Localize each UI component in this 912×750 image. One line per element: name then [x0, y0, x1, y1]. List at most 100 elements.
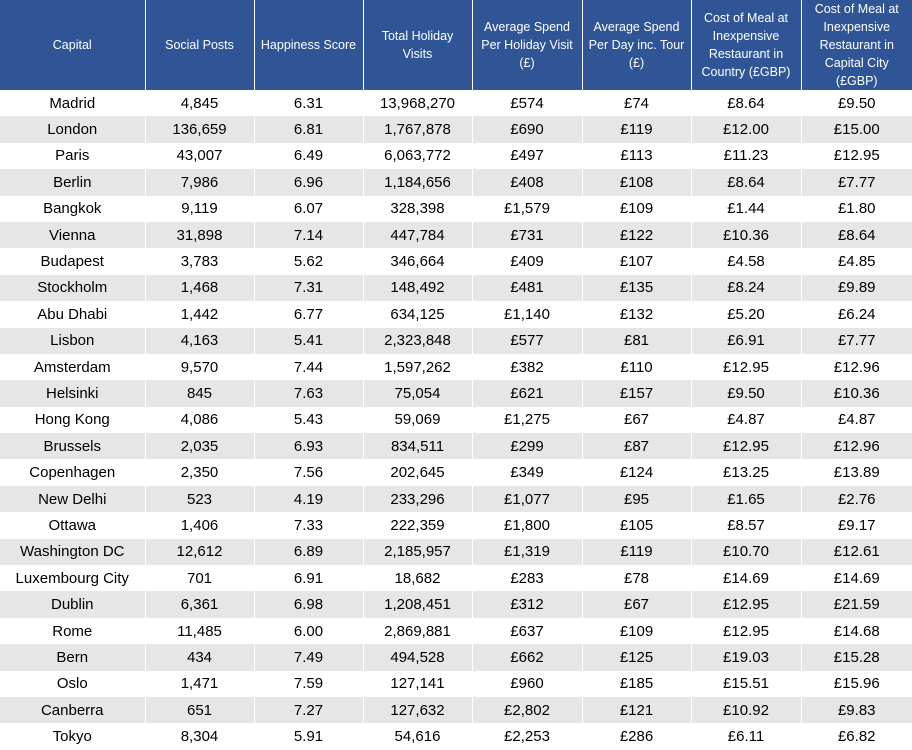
column-header-spend-per-day: Average Spend Per Day inc. Tour (£) [582, 0, 692, 90]
cell-spend-per-day: £74 [582, 90, 692, 117]
cell-meal-cost-capital: £1.80 [801, 195, 912, 222]
column-header-meal-cost-capital: Cost of Meal at Inexpensive Restaurant i… [801, 0, 912, 90]
cell-spend-per-visit: £408 [472, 169, 583, 196]
cell-capital: Abu Dhabi [0, 301, 146, 328]
cell-meal-cost-country: £12.95 [691, 617, 802, 645]
cell-meal-cost-capital: £6.24 [801, 301, 912, 328]
cell-happiness-score: 5.41 [254, 327, 364, 354]
table-row: Oslo 1,471 7.59 127,141 £960 £185 £15.51 £15.96 [0, 670, 912, 697]
cell-social-posts: 6,361 [145, 591, 255, 618]
cell-capital: New Delhi [0, 485, 146, 513]
cell-spend-per-day: £124 [582, 459, 692, 486]
cell-total-holiday-visits: 346,664 [363, 248, 473, 275]
cell-spend-per-day: £113 [582, 142, 692, 170]
cell-spend-per-day: £109 [582, 617, 692, 645]
cell-meal-cost-country: £4.87 [691, 406, 802, 434]
cell-meal-cost-capital: £6.82 [801, 723, 912, 750]
cell-total-holiday-visits: 59,069 [363, 406, 473, 434]
cell-spend-per-visit: £382 [472, 353, 583, 381]
cell-social-posts: 434 [145, 644, 255, 671]
cell-meal-cost-capital: £4.85 [801, 248, 912, 275]
table-row: Luxembourg City 701 6.91 18,682 £283 £78 £14.6… [0, 565, 912, 592]
cell-meal-cost-capital: £10.36 [801, 380, 912, 407]
table-body: Madrid 4,845 6.31 13,968,270 £574 £74 £8.64 £9.… [0, 90, 912, 750]
cell-happiness-score: 6.77 [254, 301, 364, 328]
cell-social-posts: 1,442 [145, 301, 255, 328]
cell-spend-per-visit: £283 [472, 565, 583, 592]
cell-meal-cost-country: £10.36 [691, 221, 802, 249]
cell-spend-per-day: £119 [582, 538, 692, 566]
cell-capital: Lisbon [0, 327, 146, 354]
cell-spend-per-visit: £2,802 [472, 696, 583, 724]
cell-meal-cost-country: £6.91 [691, 327, 802, 354]
cell-capital: Tokyo [0, 723, 146, 750]
cell-spend-per-visit: £1,800 [472, 512, 583, 539]
cell-meal-cost-country: £5.20 [691, 301, 802, 328]
cell-meal-cost-country: £12.95 [691, 353, 802, 381]
cell-capital: Canberra [0, 696, 146, 724]
cell-total-holiday-visits: 222,359 [363, 512, 473, 539]
cell-happiness-score: 7.56 [254, 459, 364, 486]
cell-happiness-score: 6.07 [254, 195, 364, 222]
cell-spend-per-day: £119 [582, 116, 692, 143]
cell-spend-per-day: £121 [582, 696, 692, 724]
cell-spend-per-visit: £690 [472, 116, 583, 143]
cell-spend-per-visit: £960 [472, 670, 583, 697]
cell-spend-per-day: £132 [582, 301, 692, 328]
cell-happiness-score: 7.14 [254, 221, 364, 249]
cell-social-posts: 31,898 [145, 221, 255, 249]
cell-meal-cost-country: £8.64 [691, 90, 802, 117]
table-row: Stockholm 1,468 7.31 148,492 £481 £135 £8.24 £9… [0, 274, 912, 302]
cell-meal-cost-capital: £2.76 [801, 485, 912, 513]
cell-capital: Dublin [0, 591, 146, 618]
cell-spend-per-day: £105 [582, 512, 692, 539]
cell-meal-cost-country: £11.23 [691, 142, 802, 170]
column-header-social-posts: Social Posts [145, 0, 255, 90]
cell-social-posts: 651 [145, 696, 255, 724]
cell-spend-per-visit: £1,275 [472, 406, 583, 434]
cell-happiness-score: 6.91 [254, 565, 364, 592]
cell-meal-cost-country: £4.58 [691, 248, 802, 275]
cell-meal-cost-capital: £21.59 [801, 591, 912, 618]
cell-social-posts: 4,845 [145, 90, 255, 117]
cell-meal-cost-capital: £9.17 [801, 512, 912, 539]
cell-spend-per-visit: £577 [472, 327, 583, 354]
table-row: Amsterdam 9,570 7.44 1,597,262 £382 £110 £12.9… [0, 353, 912, 381]
cell-total-holiday-visits: 834,511 [363, 433, 473, 460]
cell-happiness-score: 7.59 [254, 670, 364, 697]
cell-total-holiday-visits: 18,682 [363, 565, 473, 592]
cell-capital: Hong Kong [0, 406, 146, 434]
cell-meal-cost-capital: £9.89 [801, 274, 912, 302]
table-row: Abu Dhabi 1,442 6.77 634,125 £1,140 £132 £5.20… [0, 301, 912, 328]
header-row: Capital Social Posts Happiness Score Tot… [0, 0, 912, 90]
cell-total-holiday-visits: 54,616 [363, 723, 473, 750]
cell-spend-per-day: £135 [582, 274, 692, 302]
cell-capital: Oslo [0, 670, 146, 697]
table-row: Rome 11,485 6.00 2,869,881 £637 £109 £12.95 £14… [0, 617, 912, 645]
cell-spend-per-day: £108 [582, 169, 692, 196]
column-header-total-holiday-visits: Total Holiday Visits [363, 0, 473, 90]
cell-social-posts: 11,485 [145, 617, 255, 645]
cell-meal-cost-country: £1.65 [691, 485, 802, 513]
cell-meal-cost-capital: £15.28 [801, 644, 912, 671]
cell-total-holiday-visits: 1,184,656 [363, 169, 473, 196]
cell-spend-per-day: £107 [582, 248, 692, 275]
cell-total-holiday-visits: 1,208,451 [363, 591, 473, 618]
cell-social-posts: 12,612 [145, 538, 255, 566]
cell-meal-cost-country: £13.25 [691, 459, 802, 486]
cell-social-posts: 7,986 [145, 169, 255, 196]
cell-spend-per-day: £122 [582, 221, 692, 249]
cell-happiness-score: 7.63 [254, 380, 364, 407]
table-row: Paris 43,007 6.49 6,063,772 £497 £113 £11.23 £1… [0, 142, 912, 170]
cell-meal-cost-capital: £13.89 [801, 459, 912, 486]
cell-total-holiday-visits: 2,185,957 [363, 538, 473, 566]
cell-capital: Rome [0, 617, 146, 645]
cell-spend-per-visit: £349 [472, 459, 583, 486]
cell-capital: Paris [0, 142, 146, 170]
cell-happiness-score: 7.49 [254, 644, 364, 671]
cell-meal-cost-country: £1.44 [691, 195, 802, 222]
cell-social-posts: 43,007 [145, 142, 255, 170]
cell-spend-per-visit: £2,253 [472, 723, 583, 750]
table-row: New Delhi 523 4.19 233,296 £1,077 £95 £1.65 £2.… [0, 485, 912, 513]
cell-capital: Washington DC [0, 538, 146, 566]
